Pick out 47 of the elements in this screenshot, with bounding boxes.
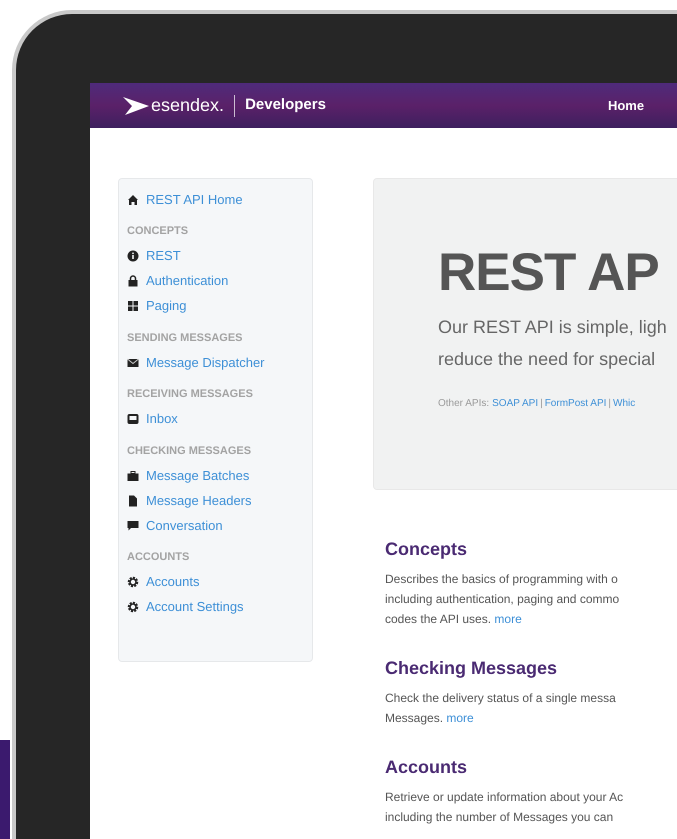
intro-text: Our REST API is simple, ligh reduce the need for special bbox=[438, 316, 668, 371]
sidebar-link[interactable]: Accounts bbox=[146, 572, 200, 592]
other-apis-label: Other APIs: bbox=[438, 397, 490, 411]
briefcase-icon bbox=[127, 470, 139, 482]
api-link[interactable]: SOAP API bbox=[492, 396, 538, 411]
sidebar-link[interactable]: Message Dispatcher bbox=[146, 352, 264, 372]
sidebar-link[interactable]: Authentication bbox=[146, 271, 228, 291]
sidebar-link[interactable]: Paging bbox=[146, 296, 186, 316]
gear-icon bbox=[127, 576, 139, 588]
api-link[interactable]: Whic bbox=[613, 396, 636, 411]
gear-icon bbox=[127, 601, 139, 613]
sidebar-heading: CHECKING MESSAGES bbox=[127, 444, 252, 458]
sidebar-link[interactable]: Conversation bbox=[146, 516, 223, 536]
more-link[interactable]: more bbox=[494, 612, 522, 626]
brand-name: esendex. bbox=[151, 94, 224, 117]
sidebar-heading: ACCOUNTS bbox=[127, 550, 190, 565]
envelope-icon bbox=[127, 356, 139, 368]
sidebar-link[interactable]: Account Settings bbox=[146, 597, 244, 617]
link-separator: | bbox=[540, 397, 543, 411]
page-title: REST AP bbox=[438, 242, 660, 304]
speech-bubble-icon bbox=[127, 520, 139, 532]
document-icon bbox=[127, 494, 139, 506]
site-section: Developers bbox=[245, 94, 326, 117]
inbox-icon bbox=[127, 413, 139, 425]
sidebar-link[interactable]: Message Headers bbox=[146, 490, 252, 510]
sidebar-link[interactable]: REST bbox=[146, 246, 181, 266]
nav-link[interactable]: Home bbox=[608, 96, 644, 116]
sidebar-link[interactable]: Message Batches bbox=[146, 466, 250, 486]
section-text: Describes the basics of programming with o including authentication, paging and commo codes the API uses. more bbox=[385, 571, 620, 628]
logo-icon bbox=[123, 96, 149, 114]
api-link[interactable]: FormPost API bbox=[544, 396, 606, 411]
section-text: Retrieve or update information about your Ac including the number of Messages you can bbox=[385, 789, 624, 826]
sidebar-link[interactable]: REST API Home bbox=[146, 190, 243, 210]
link-separator: | bbox=[608, 397, 611, 411]
grid-icon bbox=[127, 300, 139, 312]
section-text: Check the delivery status of a single messa Messages. more bbox=[385, 690, 617, 727]
more-link[interactable]: more bbox=[446, 711, 474, 725]
sidebar-heading: RECEIVING MESSAGES bbox=[127, 387, 254, 402]
info-icon bbox=[127, 250, 139, 262]
home-icon bbox=[127, 194, 139, 206]
section-heading: Concepts bbox=[385, 538, 468, 560]
sidebar-heading: CONCEPTS bbox=[127, 224, 190, 239]
section-heading: Accounts bbox=[385, 756, 468, 778]
section-heading: Checking Messages bbox=[385, 657, 558, 679]
lock-icon bbox=[127, 275, 139, 287]
sidebar-link[interactable]: Inbox bbox=[146, 409, 178, 429]
sidebar-heading: SENDING MESSAGES bbox=[127, 330, 244, 346]
